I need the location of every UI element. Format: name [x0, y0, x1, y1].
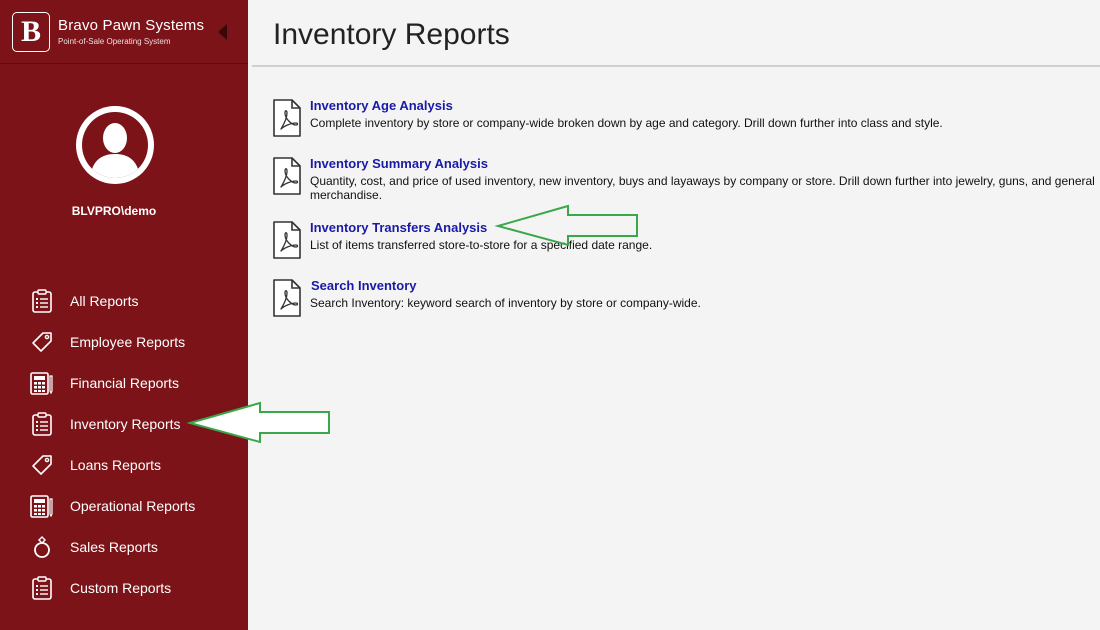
sidebar-item-label: Operational Reports	[70, 497, 196, 514]
brand-logo[interactable]: B	[12, 11, 50, 52]
user-silhouette-icon	[82, 112, 148, 178]
sidebar-item-label: Financial Reports	[70, 374, 179, 391]
sidebar-item-custom-reports[interactable]: Custom Reports	[0, 567, 248, 608]
calculator-icon	[30, 494, 54, 518]
sidebar-item-operational-reports[interactable]: Operational Reports	[0, 485, 248, 526]
sidebar-item-label: Loans Reports	[70, 456, 162, 473]
calculator-icon	[30, 371, 54, 395]
clipboard-icon	[30, 411, 54, 436]
brand-name: Bravo Pawn Systems	[58, 17, 205, 34]
ring-icon	[30, 535, 54, 559]
main-content: Inventory Reports Inventory Age Analysis…	[248, 0, 1100, 630]
report-description: Complete inventory by store or company-w…	[310, 116, 943, 130]
report-description: Search Inventory: keyword search of inve…	[310, 296, 701, 310]
report-description: Quantity, cost, and price of used invent…	[310, 174, 1095, 202]
username: BLVPRO\demo	[71, 204, 157, 218]
pdf-file-icon[interactable]	[272, 278, 302, 323]
brand-logo-letter: B	[20, 14, 41, 48]
report-description: List of items transferred store-to-store…	[310, 238, 653, 252]
report-link-inventory-summary-analysis[interactable]: Inventory Summary Analysis	[310, 156, 488, 171]
sidebar-item-label: Employee Reports	[70, 333, 186, 350]
report-link-search-inventory[interactable]: Search Inventory	[311, 278, 417, 293]
title-divider	[252, 65, 1100, 67]
tag-icon	[30, 330, 54, 354]
report-link-inventory-transfers-analysis[interactable]: Inventory Transfers Analysis	[310, 220, 487, 235]
sidebar-item-all-reports[interactable]: All Reports	[0, 280, 248, 321]
sidebar-item-label: Sales Reports	[70, 538, 158, 555]
page-title: Inventory Reports	[273, 18, 510, 51]
sidebar-item-sales-reports[interactable]: Sales Reports	[0, 526, 248, 567]
pdf-file-icon[interactable]	[272, 156, 302, 201]
brand-header: B Bravo Pawn Systems Point-of-Sale Opera…	[0, 0, 248, 64]
pdf-file-icon[interactable]	[272, 98, 302, 143]
sidebar-item-loans-reports[interactable]: Loans Reports	[0, 444, 248, 485]
brand-tagline: Point-of-Sale Operating System	[58, 37, 171, 46]
sidebar-item-label: Custom Reports	[70, 579, 172, 596]
avatar[interactable]	[76, 106, 154, 184]
sidebar: B Bravo Pawn Systems Point-of-Sale Opera…	[0, 0, 248, 630]
clipboard-icon	[30, 575, 54, 600]
tag-icon	[30, 453, 54, 477]
sidebar-item-label: All Reports	[70, 292, 139, 309]
sidebar-item-label: Inventory Reports	[70, 415, 181, 432]
brand-text: Bravo Pawn Systems Point-of-Sale Operati…	[58, 17, 204, 46]
clipboard-icon	[30, 288, 54, 313]
pdf-file-icon[interactable]	[272, 220, 302, 265]
sidebar-item-financial-reports[interactable]: Financial Reports	[0, 362, 248, 403]
annotation-arrow-icon	[494, 204, 638, 247]
collapse-sidebar-icon[interactable]	[218, 24, 227, 40]
sidebar-item-employee-reports[interactable]: Employee Reports	[0, 321, 248, 362]
annotation-arrow-icon	[186, 401, 330, 444]
report-link-inventory-age-analysis[interactable]: Inventory Age Analysis	[310, 98, 453, 113]
